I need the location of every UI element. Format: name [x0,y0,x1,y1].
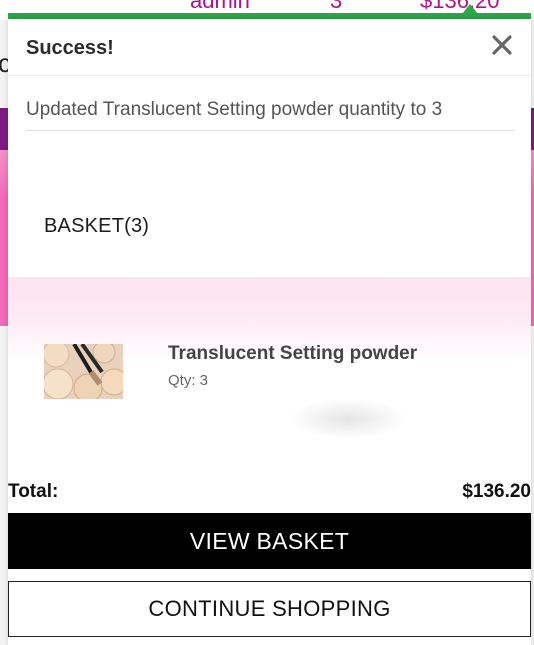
background-user-link[interactable]: admin [190,0,250,14]
item-quantity: Qty: 3 [168,372,209,389]
item-name[interactable]: Translucent Setting powder [168,343,417,365]
loading-shadow [288,399,408,439]
mini-basket-panel: Success! Updated Translucent Setting pow… [8,19,531,645]
background-basket-count: 3 [330,0,343,13]
product-thumbnail[interactable] [44,344,123,399]
panel-pointer-arrow [462,4,478,14]
basket-items: Translucent Setting powder Qty: 3 [8,277,531,477]
close-icon[interactable] [489,32,515,58]
notice-divider [26,130,514,131]
continue-shopping-button[interactable]: CONTINUE SHOPPING [8,581,531,637]
total-value: $136.20 [462,481,531,502]
success-notice-header: Success! [8,19,531,76]
notice-title: Success! [26,37,114,59]
basket-title: BASKET(3) [44,215,150,237]
view-basket-button[interactable]: VIEW BASKET [8,513,531,569]
background-basket-amount: $136.20 [420,0,500,13]
total-label: Total: [8,481,59,502]
notice-message: Updated Translucent Setting powder quant… [26,99,443,120]
